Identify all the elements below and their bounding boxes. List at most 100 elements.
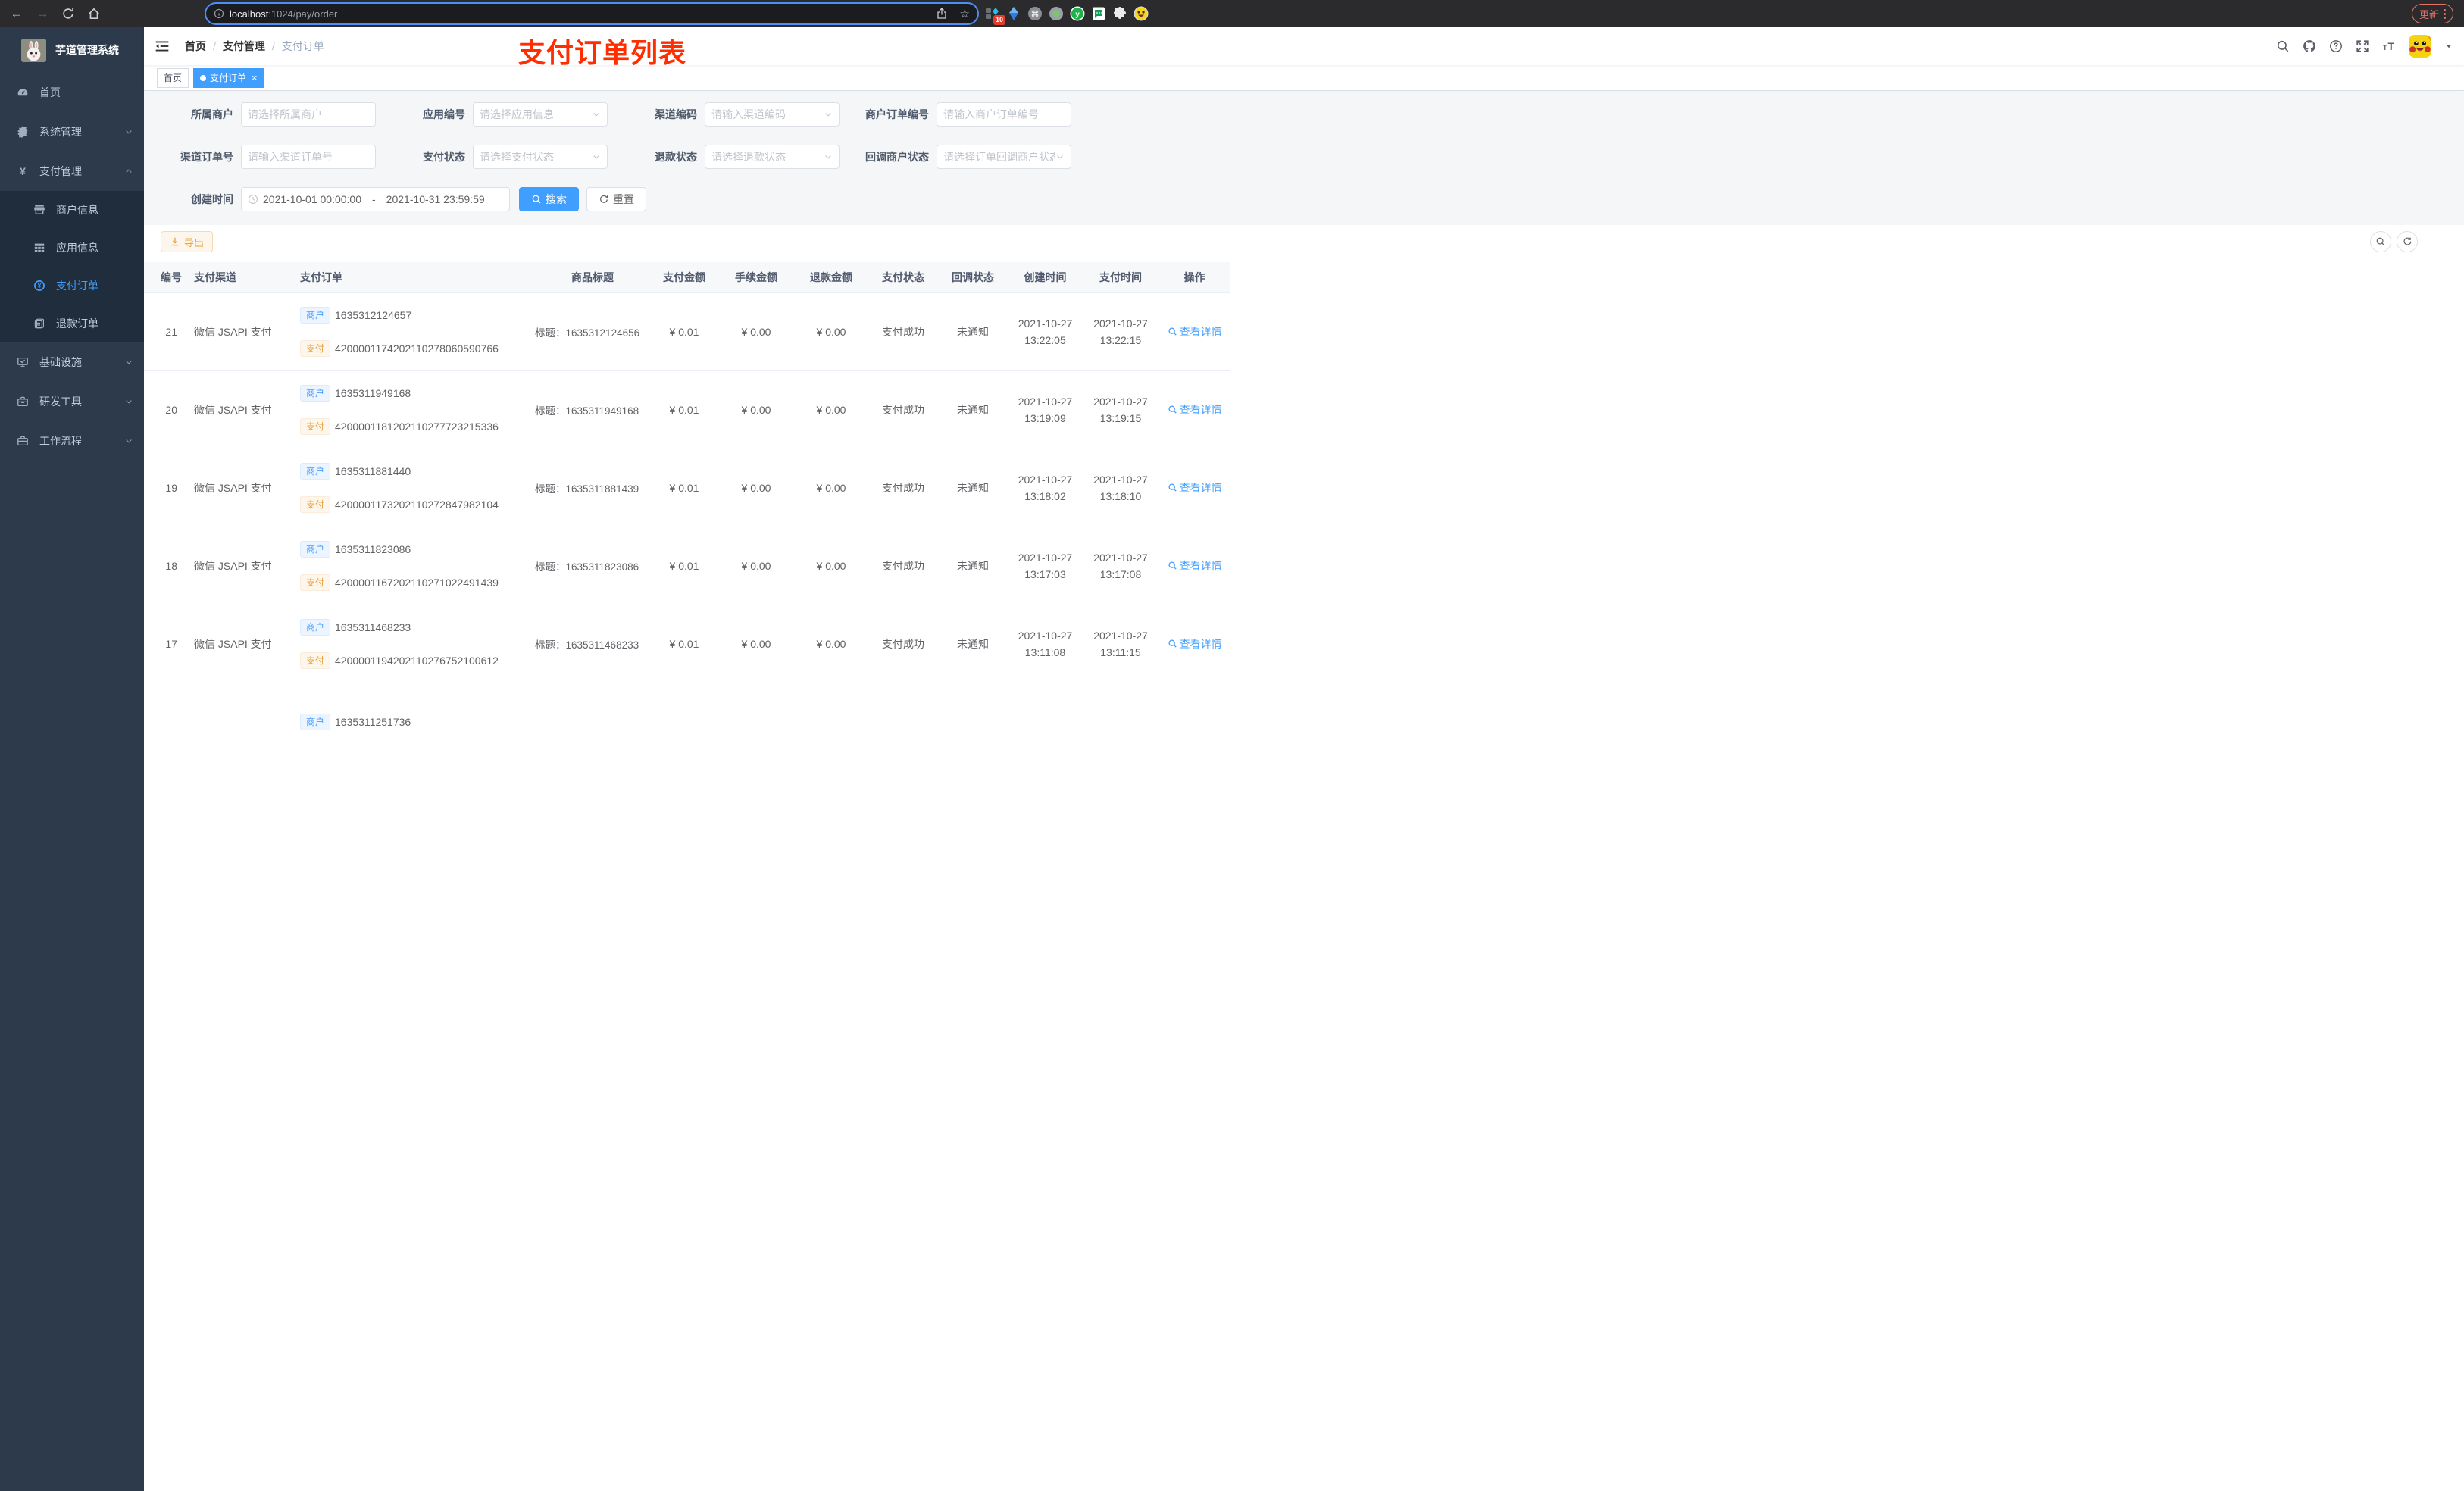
toggle-search-button[interactable] (2370, 231, 2391, 252)
table-row: 21 微信 JSAPI 支付 商户 1635312124657 支付 4200001174… (144, 292, 1230, 371)
close-icon[interactable]: × (252, 73, 258, 83)
refresh-icon (2402, 236, 2412, 247)
svg-text:y: y (1075, 11, 1080, 19)
product-title: 标题：1635311949168 (530, 370, 650, 449)
browser-reload-button[interactable] (59, 5, 77, 23)
filter-select[interactable]: 请选择支付状态 (473, 145, 608, 169)
kite-icon[interactable] (1006, 6, 1021, 21)
pay-order-numbers: 商户 1635311823086 支付 42000011672021102710224… (294, 527, 530, 605)
sidebar: 芋道管理系统 首页 系统管理 ¥ 支付管理 商户信息 应用信息 ¥ 支付订单退款订单基础设施研… (0, 27, 144, 1491)
sidebar-item-infrastructure[interactable]: 基础设施 (0, 342, 144, 382)
sidebar-item-payment-order[interactable]: ¥ 支付订单 (0, 267, 144, 305)
app-logo[interactable]: 芋道管理系统 (0, 27, 144, 73)
filter-select[interactable]: 请选择应用信息 (473, 102, 608, 127)
browser-back-button[interactable]: ← (8, 5, 26, 23)
browser-update-button[interactable]: 更新 (2411, 4, 2453, 23)
sidebar-item-workflow[interactable]: 工作流程 (0, 421, 144, 461)
date-range-input[interactable]: 2021-10-01 00:00:00 - 2021-10-31 23:59:5… (241, 187, 510, 211)
table-cell (188, 683, 294, 761)
merchant-order-no: 1635311823086 (335, 542, 411, 555)
create-time: 2021-10-27 13:19:09 (1008, 370, 1083, 449)
green-dot-circle-icon[interactable] (1049, 6, 1064, 21)
search-button[interactable]: 搜索 (519, 187, 579, 211)
page-content: 所属商户 请选择所属商户 应用编号 请选择应用信息 渠道编码 请输入渠道编码 商户订单编号请… (144, 92, 2464, 1491)
caret-down-icon[interactable] (2444, 42, 2453, 51)
tab-首页[interactable]: 首页 (157, 67, 189, 88)
pay-amount: ¥ 0.01 (650, 605, 718, 683)
filter-select[interactable]: 请选择订单回调商户状态 (937, 145, 1071, 169)
pay-order-numbers: 商户 1635311949168 支付 42000011812021102777232… (294, 370, 530, 449)
breadcrumb-item[interactable]: 支付管理 (223, 39, 265, 54)
sidebar-item-app-info[interactable]: 应用信息 (0, 229, 144, 267)
sidebar-item-refund-order[interactable]: 退款订单 (0, 305, 144, 342)
view-detail-link[interactable]: 查看详情 (1168, 558, 1222, 574)
browser-home-button[interactable] (85, 5, 103, 23)
channel-order-no: 4200001167202110271022491439 (335, 576, 499, 589)
table-header-row: 编号 支付渠道 支付订单 商品标题 支付金额 手续金额 退款金额 支付状态 回调状态 创建时间 支付… (144, 262, 1230, 293)
view-detail-link[interactable]: 查看详情 (1168, 636, 1222, 652)
channel-tag: 支付 (300, 339, 331, 357)
filter-input[interactable]: 请输入渠道订单号 (241, 145, 376, 169)
shop-icon (33, 204, 45, 216)
url-bar[interactable]: localhost:1024/pay/order ☆ (206, 4, 977, 23)
order-number-line: 支付 4200001181202110277723215336 (300, 417, 530, 436)
browser-forward-button[interactable]: → (33, 5, 52, 23)
filter-input[interactable]: 请选择所属商户 (241, 102, 376, 127)
command-circle-icon[interactable]: ⌘ (1027, 6, 1043, 21)
green-y-circle-icon[interactable]: y (1070, 6, 1085, 21)
channel-order-no: 4200001181202110277723215336 (335, 420, 499, 433)
date-line: 2021-10-27 (1018, 551, 1073, 564)
filter-select[interactable]: 请选择退款状态 (705, 145, 840, 169)
date-separator: - (372, 193, 376, 205)
placeholder-text: 请选择订单回调商户状态 (943, 151, 1055, 163)
github-icon[interactable] (2303, 39, 2316, 53)
font-size-icon[interactable]: TT (2382, 39, 2396, 53)
breadcrumb-separator: / (271, 40, 275, 52)
sidebar-item-merchant-info[interactable]: 商户信息 (0, 191, 144, 229)
help-icon[interactable] (2329, 39, 2343, 53)
notify-status: 未通知 (938, 527, 1008, 605)
fullscreen-icon[interactable] (2356, 39, 2369, 53)
filter-input[interactable]: 请输入商户订单编号 (937, 102, 1071, 127)
refund-amount: ¥ 0.00 (794, 292, 868, 371)
home-icon (87, 7, 101, 20)
breadcrumb-item[interactable]: 首页 (185, 39, 206, 54)
tab-支付订单[interactable]: 支付订单 × (193, 67, 264, 88)
view-detail-label: 查看详情 (1179, 403, 1222, 416)
share-icon[interactable] (936, 8, 948, 20)
refresh-table-button[interactable] (2397, 231, 2418, 252)
merchant-order-no: 1635311251736 (335, 715, 411, 728)
column-header-11: 支付时间 (1083, 262, 1159, 293)
emoji-face-icon[interactable] (1134, 6, 1149, 21)
view-detail-link[interactable]: 查看详情 (1168, 480, 1222, 495)
sidebar-toggle-button[interactable] (144, 39, 177, 54)
browser-menu-icon[interactable] (2444, 8, 2446, 19)
sidebar-item-system-management[interactable]: 系统管理 (0, 112, 144, 152)
view-detail-link[interactable]: 查看详情 (1168, 402, 1222, 417)
order-id: 17 (144, 605, 188, 683)
search-icon[interactable] (2276, 39, 2290, 53)
export-button[interactable]: 导出 (161, 231, 214, 252)
puzzle-piece-icon[interactable] (1112, 6, 1127, 21)
row-actions: 查看详情 (1159, 292, 1230, 371)
squares-diamond-icon[interactable]: 10 (985, 6, 1005, 25)
merchant-order-no: 1635311468233 (335, 620, 411, 633)
sidebar-item-dev-tools[interactable]: 研发工具 (0, 382, 144, 421)
reset-button[interactable]: 重置 (586, 187, 646, 211)
chat-bubble-icon[interactable] (1091, 6, 1106, 21)
user-avatar[interactable] (2409, 35, 2431, 58)
channel-tag: 支付 (300, 574, 331, 591)
time-line: 13:11:08 (1024, 645, 1066, 658)
sidebar-item-payment-management[interactable]: ¥ 支付管理 (0, 152, 144, 191)
filter-select[interactable]: 请输入渠道编码 (705, 102, 840, 127)
placeholder-text: 请输入渠道编码 (711, 108, 786, 120)
view-detail-link[interactable]: 查看详情 (1168, 324, 1222, 339)
sidebar-item-home[interactable]: 首页 (0, 73, 144, 112)
bookmark-star-icon[interactable]: ☆ (960, 7, 970, 20)
tags-view-bar: 首页 支付订单 × (144, 65, 2464, 91)
fee-amount: ¥ 0.00 (718, 527, 794, 605)
filter-label: 商户订单编号 (865, 108, 929, 120)
sidebar-item-label: 退款订单 (56, 317, 98, 330)
fee-amount: ¥ 0.00 (718, 605, 794, 683)
toolbox-icon (17, 395, 29, 408)
